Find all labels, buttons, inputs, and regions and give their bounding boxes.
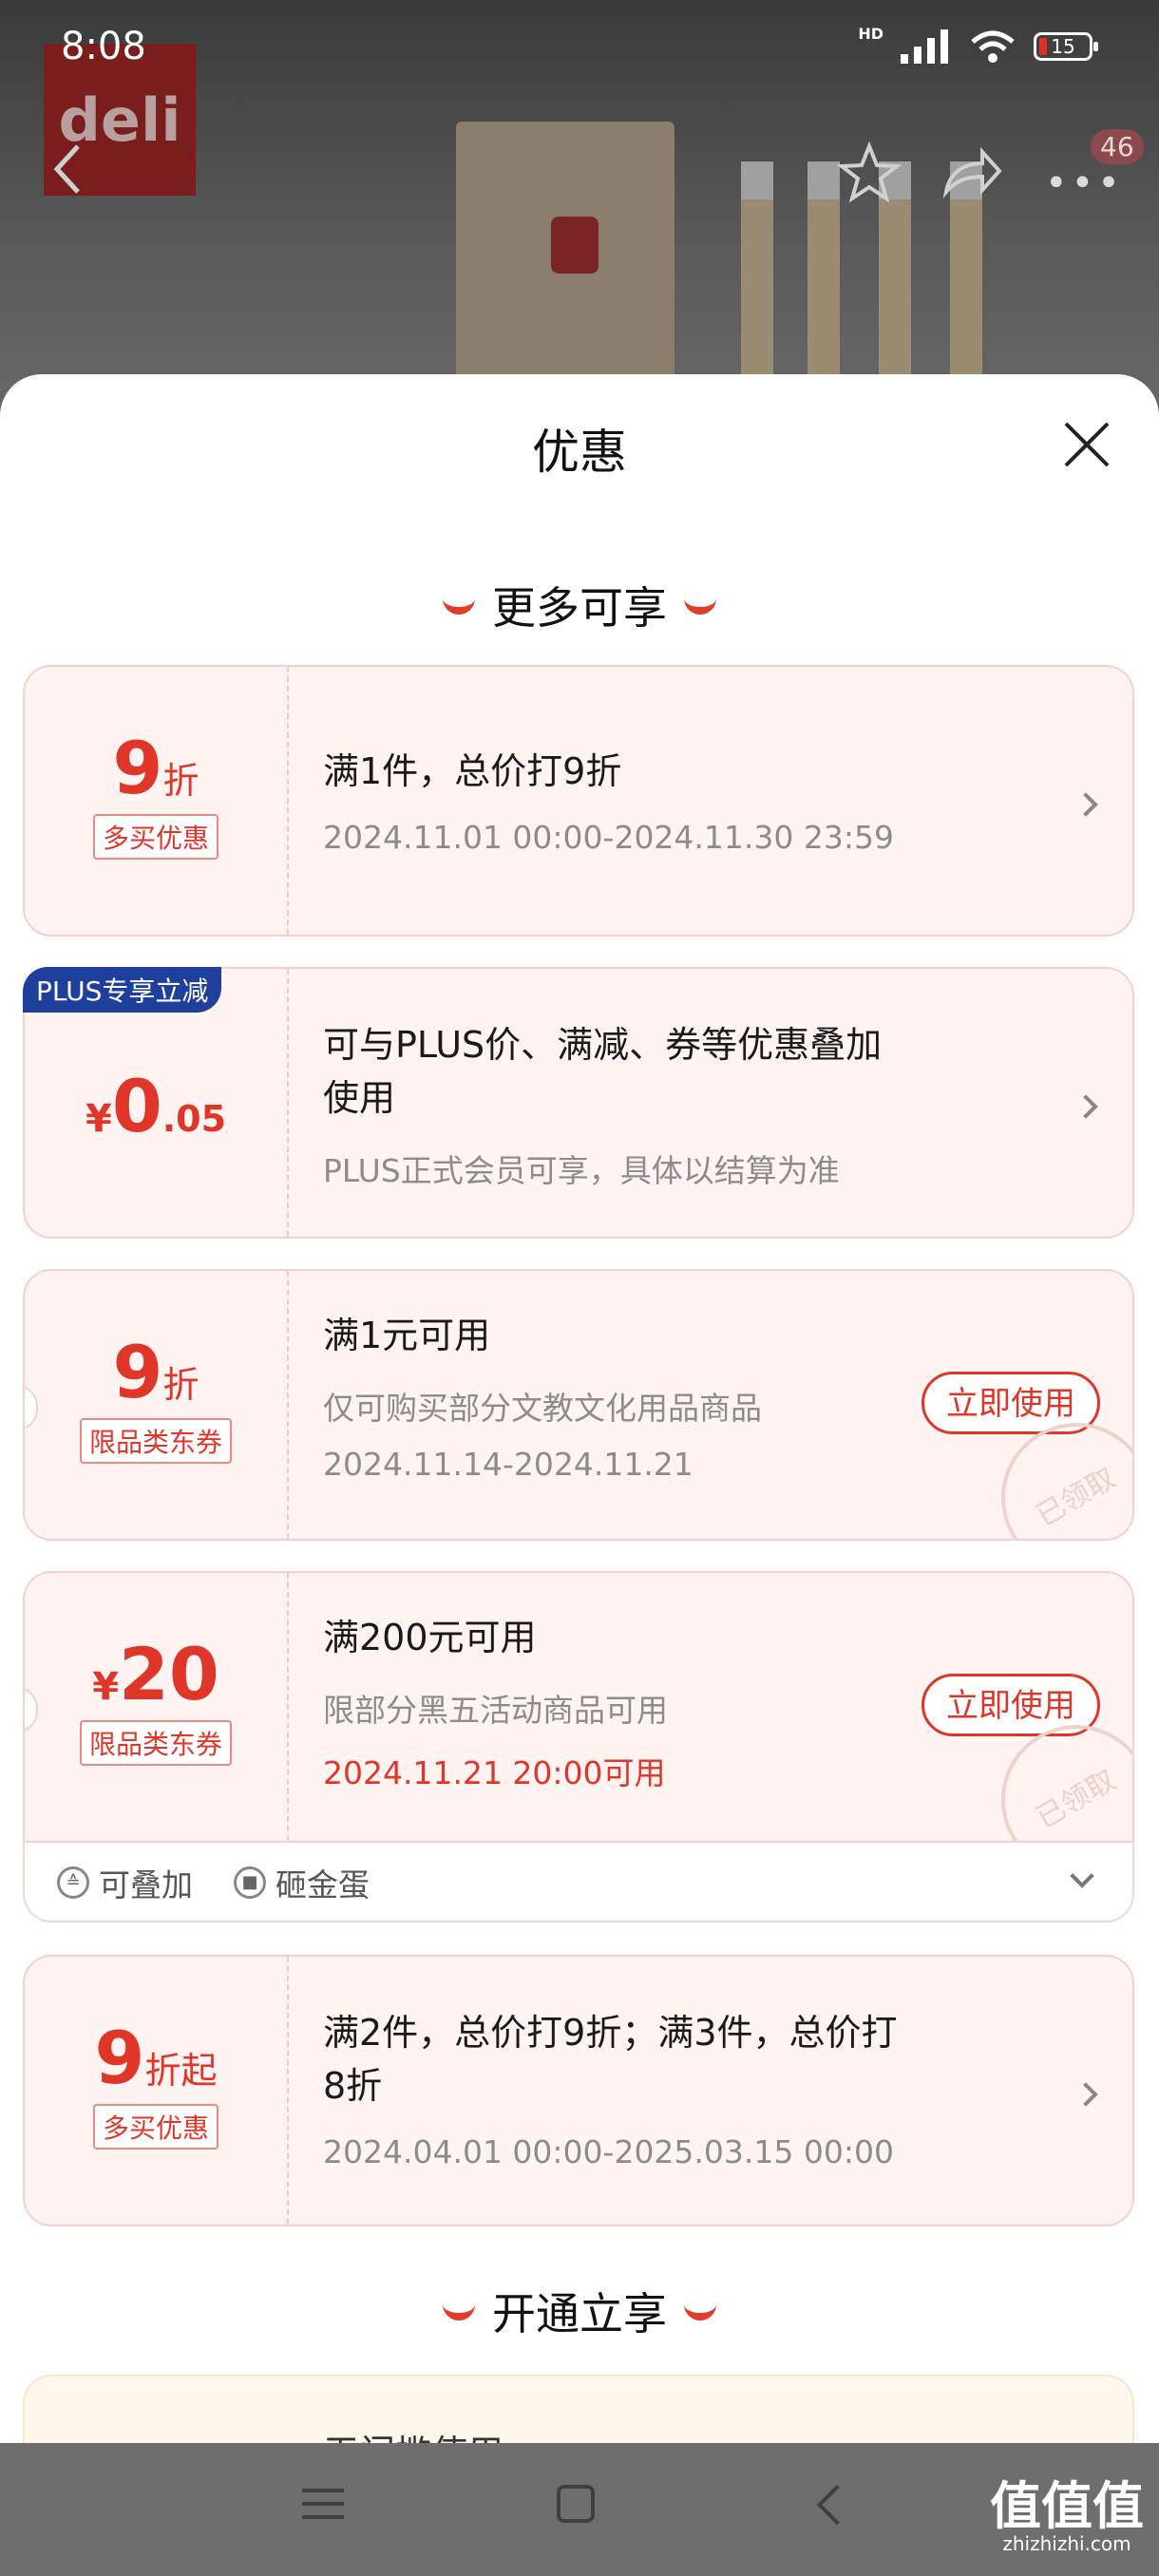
stack-icon: ≙ [57, 1866, 89, 1899]
close-icon[interactable] [1062, 420, 1112, 469]
chevron-right-icon[interactable] [1074, 1094, 1098, 1119]
promo-card[interactable]: 9折 多买优惠 满1件，总价打9折 2024.11.01 00:00-2024.… [23, 665, 1134, 937]
promo-card[interactable]: 9折起 多买优惠 满2件，总价打9折；满3件，总价打 8折 2024.04.01… [23, 1955, 1134, 2226]
membership-card-title: 无门槛使用 [323, 2424, 504, 2443]
plus-promo-card[interactable]: PLUS专享立减 ¥0.05 可与PLUS价、满减、券等优惠叠加 使用 PLUS… [23, 967, 1134, 1239]
coupon-scope: 限部分黑五活动商品可用 [323, 1692, 668, 1729]
promo-title: 满1件，总价打9折 [323, 750, 622, 792]
chevron-right-icon[interactable] [1074, 2082, 1098, 2107]
product-page-background: deli ••• 46 8:08 HD 15 [0, 0, 1159, 446]
sheet-title: 优惠 [532, 425, 627, 480]
coupon-scope: 仅可购买部分文教文化用品商品 [323, 1390, 762, 1427]
coupon-tag: 限品类东券 [79, 1720, 232, 1766]
section-more-header: 更多可享 [0, 574, 1159, 636]
coupon-date: 2024.11.14-2024.11.21 [323, 1446, 694, 1483]
promo-title: 可与PLUS价、满减、券等优惠叠加 使用 [323, 1024, 883, 1119]
status-icons: HD 15 [858, 24, 1098, 65]
hd-indicator: HD [858, 24, 884, 43]
watermark-logo: 值值值 zhizhizhi.com [990, 2476, 1144, 2556]
status-time: 8:08 [61, 25, 146, 68]
chevron-down-icon[interactable] [1070, 1864, 1094, 1888]
back-icon[interactable] [816, 2484, 858, 2526]
coupon-title: 满1元可用 [323, 1315, 491, 1356]
favorite-star-icon[interactable] [836, 141, 902, 207]
promo-tag: 多买优惠 [92, 814, 218, 860]
promo-date: 2024.04.01 00:00-2025.03.15 00:00 [323, 2133, 894, 2170]
coupon-card: ¥20 限品类东券 满200元可用 限部分黑五活动商品可用 2024.11.21… [23, 1571, 1134, 1843]
signal-icon [901, 29, 948, 64]
coupon-footer[interactable]: ≙ 可叠加 ■ 砸金蛋 [23, 1843, 1134, 1923]
stackable-label: ≙ 可叠加 [57, 1860, 193, 1905]
egg-icon: ■ [234, 1866, 266, 1899]
battery-icon: 15 [1034, 32, 1098, 61]
system-nav-bar: 值值值 zhizhizhi.com [0, 2443, 1159, 2576]
coupon-title: 满200元可用 [323, 1617, 537, 1658]
coupon-card: 9折 限品类东券 满1元可用 仅可购买部分文教文化用品商品 2024.11.14… [23, 1269, 1134, 1541]
promo-note: PLUS正式会员可享，具体以结算为准 [323, 1152, 840, 1189]
back-arrow-icon[interactable] [49, 141, 87, 198]
section-open-header: 开通立享 [0, 2280, 1159, 2342]
coupon-start-time: 2024.11.21 20:00可用 [323, 1754, 666, 1791]
home-icon[interactable] [557, 2485, 595, 2523]
golden-egg-label: ■ 砸金蛋 [234, 1860, 370, 1905]
share-icon[interactable] [939, 142, 1005, 199]
cart-count-badge: 46 [1091, 129, 1144, 164]
promo-date: 2024.11.01 00:00-2024.11.30 23:59 [323, 819, 894, 856]
chevron-right-icon[interactable] [1074, 792, 1098, 817]
wifi-icon [971, 30, 1015, 63]
promo-tag: 多买优惠 [92, 2104, 218, 2150]
menu-icon[interactable] [302, 2489, 344, 2527]
coupon-tag: 限品类东券 [79, 1418, 232, 1464]
membership-card[interactable]: 无门槛使用 [23, 2375, 1134, 2443]
promo-title: 满2件，总价打9折；满3件，总价打 8折 [323, 2012, 898, 2107]
discount-sheet: 优惠 更多可享 9折 多买优惠 满1件，总价打9折 2024.11.01 00:… [0, 374, 1159, 2443]
more-options-icon[interactable]: ••• [1045, 161, 1124, 205]
